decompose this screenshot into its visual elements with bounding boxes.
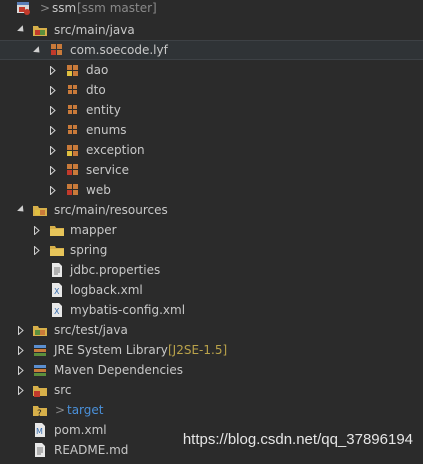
tree-node-src[interactable]: src: [0, 380, 423, 400]
collapsed-arrow-icon[interactable]: [48, 80, 58, 100]
readme-label: README.md: [54, 443, 129, 457]
tree-node-spring[interactable]: spring: [0, 240, 423, 260]
collapsed-arrow-icon[interactable]: [16, 360, 26, 380]
tree-node-jre-library[interactable]: JRE System Library [J2SE-1.5]: [0, 340, 423, 360]
svg-text:X: X: [54, 287, 60, 296]
collapsed-arrow-icon[interactable]: [48, 160, 58, 180]
collapsed-arrow-icon[interactable]: [32, 240, 42, 260]
package-icon: [65, 122, 81, 138]
src-test-java-label: src/test/java: [54, 323, 128, 337]
svg-text:M: M: [36, 427, 43, 436]
source-folder-icon: [32, 22, 48, 38]
tree-node-logback-xml[interactable]: X logback.xml: [0, 280, 423, 300]
xml-file-icon: X: [49, 302, 65, 318]
collapsed-arrow-icon[interactable]: [16, 380, 26, 400]
collapsed-arrow-icon[interactable]: [16, 320, 26, 340]
collapsed-arrow-icon[interactable]: [16, 340, 26, 360]
project-branch: [ssm master]: [77, 1, 157, 15]
library-icon: [32, 362, 48, 378]
package-web-label: web: [86, 183, 111, 197]
expanded-arrow-icon[interactable]: [16, 200, 26, 220]
tree-node-dto[interactable]: dto: [0, 80, 423, 100]
target-label: target: [67, 403, 104, 417]
package-entity-label: entity: [86, 103, 121, 117]
collapsed-arrow-icon[interactable]: [48, 100, 58, 120]
tree-node-exception[interactable]: exception: [0, 140, 423, 160]
tree-node-src-test-java[interactable]: src/test/java: [0, 320, 423, 340]
maven-label: Maven Dependencies: [54, 363, 184, 377]
folder-spring-label: spring: [70, 243, 108, 257]
folder-warning-icon: ?: [32, 402, 48, 419]
folder-icon: [49, 242, 65, 258]
project-name: ssm: [52, 1, 77, 15]
package-error-icon: [65, 162, 81, 178]
expanded-arrow-icon[interactable]: [32, 41, 42, 61]
svg-text:X: X: [54, 307, 60, 316]
package-warning-icon: [65, 62, 81, 78]
tree-node-entity[interactable]: entity: [0, 100, 423, 120]
project-prefix: >: [40, 1, 51, 15]
tree-node-mapper[interactable]: mapper: [0, 220, 423, 240]
target-prefix: >: [55, 403, 66, 417]
src-main-resources-label: src/main/resources: [54, 203, 168, 217]
svg-text:?: ?: [37, 409, 42, 418]
tree-node-src-main-java[interactable]: src/main/java: [0, 20, 423, 40]
package-icon: [65, 102, 81, 118]
tree-node-maven-dependencies[interactable]: Maven Dependencies: [0, 360, 423, 380]
properties-file-icon: [49, 262, 65, 278]
package-service-label: service: [86, 163, 129, 177]
collapsed-arrow-icon[interactable]: [48, 120, 58, 140]
source-folder-icon: [32, 322, 48, 338]
file-logback-xml-label: logback.xml: [70, 283, 143, 297]
jre-version: [J2SE-1.5]: [168, 343, 228, 357]
package-icon: [65, 82, 81, 98]
package-enums-label: enums: [86, 123, 127, 137]
collapsed-arrow-icon[interactable]: [32, 220, 42, 240]
file-mybatis-config-xml-label: mybatis-config.xml: [70, 303, 186, 317]
tree-node-enums[interactable]: enums: [0, 120, 423, 140]
folder-icon: [49, 222, 65, 238]
expanded-arrow-icon[interactable]: [16, 20, 26, 40]
tree-node-web[interactable]: web: [0, 180, 423, 200]
tree-node-mybatis-config-xml[interactable]: X mybatis-config.xml: [0, 300, 423, 320]
tree-node-jdbc-properties[interactable]: jdbc.properties: [0, 260, 423, 280]
jre-label: JRE System Library: [54, 343, 168, 357]
package-dao-label: dao: [86, 63, 109, 77]
package-warning-icon: [65, 142, 81, 158]
source-folder-icon: [32, 202, 48, 218]
tree-node-package[interactable]: com.soecode.lyf: [0, 40, 423, 60]
package-error-icon: [65, 182, 81, 198]
project-ssm-node[interactable]: > ssm [ssm master]: [0, 0, 423, 18]
tree-node-src-main-resources[interactable]: src/main/resources: [0, 200, 423, 220]
package-error-icon: [49, 42, 65, 58]
package-dto-label: dto: [86, 83, 106, 97]
package-label: com.soecode.lyf: [70, 43, 168, 57]
xml-file-icon: X: [49, 282, 65, 298]
library-icon: [32, 342, 48, 358]
text-file-icon: [32, 442, 48, 458]
package-exception-label: exception: [86, 143, 145, 157]
tree-node-dao[interactable]: dao: [0, 60, 423, 80]
folder-error-icon: [32, 382, 48, 398]
collapsed-arrow-icon[interactable]: [48, 180, 58, 200]
pom-label: pom.xml: [54, 423, 107, 437]
watermark-text: https://blog.csdn.net/qq_37896194: [182, 431, 413, 448]
src-main-java-label: src/main/java: [54, 23, 135, 37]
collapsed-arrow-icon[interactable]: [48, 60, 58, 80]
project-explorer-tree: > ssm [ssm master] src/main/java com.soe…: [0, 0, 423, 460]
tree-node-target[interactable]: ? > target: [0, 400, 423, 420]
tree-node-service[interactable]: service: [0, 160, 423, 180]
folder-mapper-label: mapper: [70, 223, 117, 237]
src-label: src: [54, 383, 72, 397]
maven-pom-icon: M: [32, 422, 48, 438]
java-project-icon: [16, 0, 32, 16]
collapsed-arrow-icon[interactable]: [48, 140, 58, 160]
file-jdbc-properties-label: jdbc.properties: [70, 263, 161, 277]
